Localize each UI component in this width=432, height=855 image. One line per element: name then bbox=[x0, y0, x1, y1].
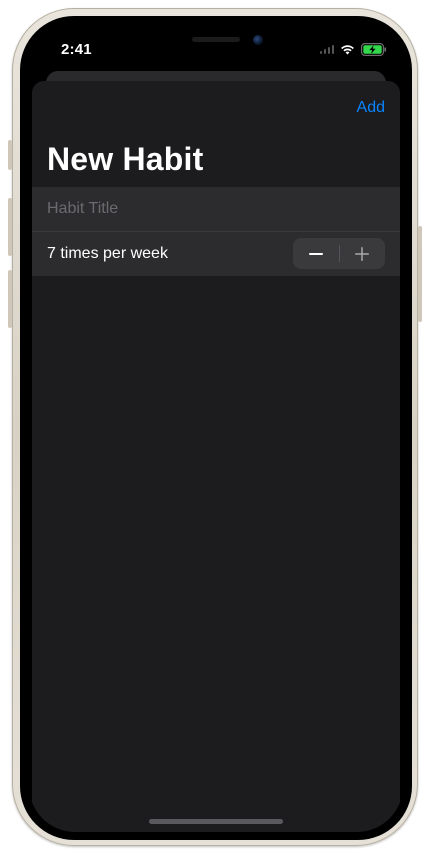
wifi-icon bbox=[341, 44, 354, 55]
front-camera bbox=[253, 35, 263, 45]
habit-form: 7 times per week bbox=[32, 187, 400, 276]
minus-icon bbox=[308, 252, 323, 255]
increment-button[interactable] bbox=[339, 238, 385, 269]
frequency-row: 7 times per week bbox=[32, 231, 400, 276]
volume-up-button bbox=[8, 198, 12, 256]
page-title: New Habit bbox=[47, 141, 204, 177]
action-button bbox=[8, 140, 12, 170]
plus-icon bbox=[355, 246, 370, 261]
status-icons bbox=[319, 42, 388, 56]
new-habit-sheet: Add New Habit 7 times per week bbox=[32, 81, 400, 832]
status-time: 2:41 bbox=[61, 41, 92, 58]
home-indicator[interactable] bbox=[149, 819, 283, 824]
habit-title-row bbox=[32, 187, 400, 231]
habit-title-input[interactable] bbox=[47, 200, 367, 218]
volume-down-button bbox=[8, 270, 12, 328]
add-button[interactable]: Add bbox=[357, 99, 385, 117]
battery-charging-icon bbox=[361, 42, 387, 56]
phone-screen: 2:41 Add New Habit 7 times per week bbox=[29, 24, 403, 832]
frequency-stepper bbox=[293, 238, 385, 269]
frequency-label: 7 times per week bbox=[47, 245, 168, 262]
earpiece-speaker bbox=[192, 37, 240, 42]
power-button bbox=[418, 226, 422, 322]
cellular-signal-icon bbox=[319, 44, 334, 54]
decrement-button[interactable] bbox=[293, 238, 339, 269]
